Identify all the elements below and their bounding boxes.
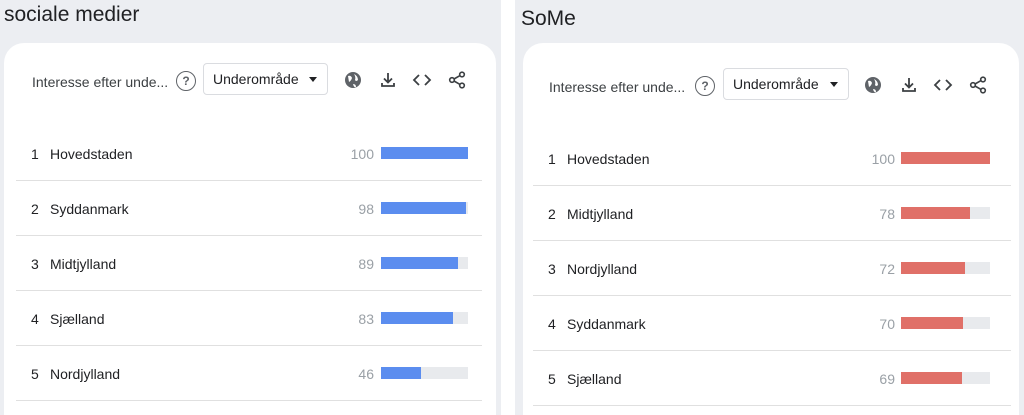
interest-value: 46: [358, 366, 374, 382]
region-name[interactable]: Hovedstaden: [567, 151, 650, 167]
interest-bar-track: [901, 152, 990, 164]
interest-bar: [381, 147, 468, 159]
dropdown-value: Underområde: [213, 71, 299, 87]
interest-bar: [901, 152, 990, 164]
region-name[interactable]: Syddanmark: [50, 201, 129, 217]
interest-value: 100: [871, 151, 895, 167]
interest-bar-track: [901, 372, 990, 384]
embed-icon[interactable]: [933, 75, 953, 95]
list-item[interactable]: 3 Midtjylland 89: [16, 236, 482, 291]
interest-value: 72: [879, 261, 895, 277]
region-name[interactable]: Syddanmark: [567, 316, 646, 332]
right-panel: SoMe Interesse efter unde... ? Underområ…: [515, 0, 1024, 415]
interest-bar-track: [381, 202, 468, 214]
region-interest-card: Interesse efter unde... ? Underområde 1 …: [523, 43, 1019, 415]
interest-bar: [901, 372, 963, 384]
region-name[interactable]: Nordjylland: [567, 261, 637, 277]
share-icon[interactable]: [968, 75, 988, 95]
rank-label: 4: [31, 311, 39, 327]
dropdown-value: Underområde: [733, 76, 819, 92]
globe-icon[interactable]: [863, 75, 883, 95]
rank-label: 2: [31, 201, 39, 217]
interest-value: 69: [879, 371, 895, 387]
list-item[interactable]: 5 Sjælland 69: [533, 351, 1011, 406]
panel-title: sociale medier: [4, 3, 140, 26]
interest-bar: [901, 317, 964, 329]
interest-value: 70: [879, 316, 895, 332]
interest-bar: [381, 202, 467, 214]
region-name[interactable]: Sjælland: [50, 311, 104, 327]
help-icon[interactable]: ?: [695, 76, 715, 96]
interest-value: 98: [358, 201, 374, 217]
list-item[interactable]: 1 Hovedstaden 100: [16, 126, 482, 181]
caret-down-icon: [309, 77, 317, 82]
rank-label: 5: [548, 371, 556, 387]
interest-bar: [901, 207, 971, 219]
interest-bar-track: [381, 312, 468, 324]
list-item[interactable]: 3 Nordjylland 72: [533, 241, 1011, 296]
rank-label: 2: [548, 206, 556, 222]
interest-bar: [901, 262, 966, 274]
region-name[interactable]: Nordjylland: [50, 366, 120, 382]
row-divider: [16, 400, 482, 401]
interest-by-label: Interesse efter unde...: [32, 74, 169, 90]
interest-bar-track: [901, 317, 990, 329]
interest-bar-track: [901, 207, 990, 219]
interest-bar-track: [381, 367, 468, 379]
list-item[interactable]: 5 Nordjylland 46: [16, 346, 482, 401]
interest-bar: [381, 312, 454, 324]
globe-icon[interactable]: [343, 70, 363, 90]
panel-title: SoMe: [521, 7, 576, 30]
rank-label: 4: [548, 316, 556, 332]
region-name[interactable]: Hovedstaden: [50, 146, 133, 162]
interest-bar-track: [381, 257, 468, 269]
interest-bar-track: [381, 147, 468, 159]
interest-value: 83: [358, 311, 374, 327]
region-dropdown[interactable]: Underområde: [723, 68, 849, 100]
list-item[interactable]: 4 Syddanmark 70: [533, 296, 1011, 351]
region-dropdown[interactable]: Underområde: [203, 63, 328, 95]
interest-bar-track: [901, 262, 990, 274]
interest-by-label: Interesse efter unde...: [549, 79, 686, 95]
region-name[interactable]: Sjælland: [567, 371, 621, 387]
caret-down-icon: [830, 82, 838, 87]
rank-label: 1: [548, 151, 556, 167]
share-icon[interactable]: [447, 70, 467, 90]
list-item[interactable]: 2 Syddanmark 98: [16, 181, 482, 236]
region-interest-card: Interesse efter unde... ? Underområde 1 …: [4, 43, 496, 415]
rank-label: 5: [31, 366, 39, 382]
interest-value: 100: [350, 146, 374, 162]
left-panel: sociale medier Interesse efter unde... ?…: [0, 0, 501, 415]
rank-label: 1: [31, 146, 39, 162]
card-toolbar: Interesse efter unde... ? Underområde: [4, 63, 496, 103]
help-icon[interactable]: ?: [176, 71, 196, 91]
interest-value: 89: [358, 256, 374, 272]
rank-label: 3: [548, 261, 556, 277]
list-item[interactable]: 4 Sjælland 83: [16, 291, 482, 346]
region-name[interactable]: Midtjylland: [567, 206, 633, 222]
region-name[interactable]: Midtjylland: [50, 256, 116, 272]
interest-bar: [381, 367, 422, 379]
download-icon[interactable]: [378, 70, 398, 90]
interest-value: 78: [879, 206, 895, 222]
rank-label: 3: [31, 256, 39, 272]
list-item[interactable]: 1 Hovedstaden 100: [533, 131, 1011, 186]
download-icon[interactable]: [899, 75, 919, 95]
list-item[interactable]: 2 Midtjylland 78: [533, 186, 1011, 241]
embed-icon[interactable]: [412, 70, 432, 90]
row-divider: [533, 405, 1011, 406]
card-toolbar: Interesse efter unde... ? Underområde: [523, 68, 1019, 108]
interest-bar: [381, 257, 459, 269]
